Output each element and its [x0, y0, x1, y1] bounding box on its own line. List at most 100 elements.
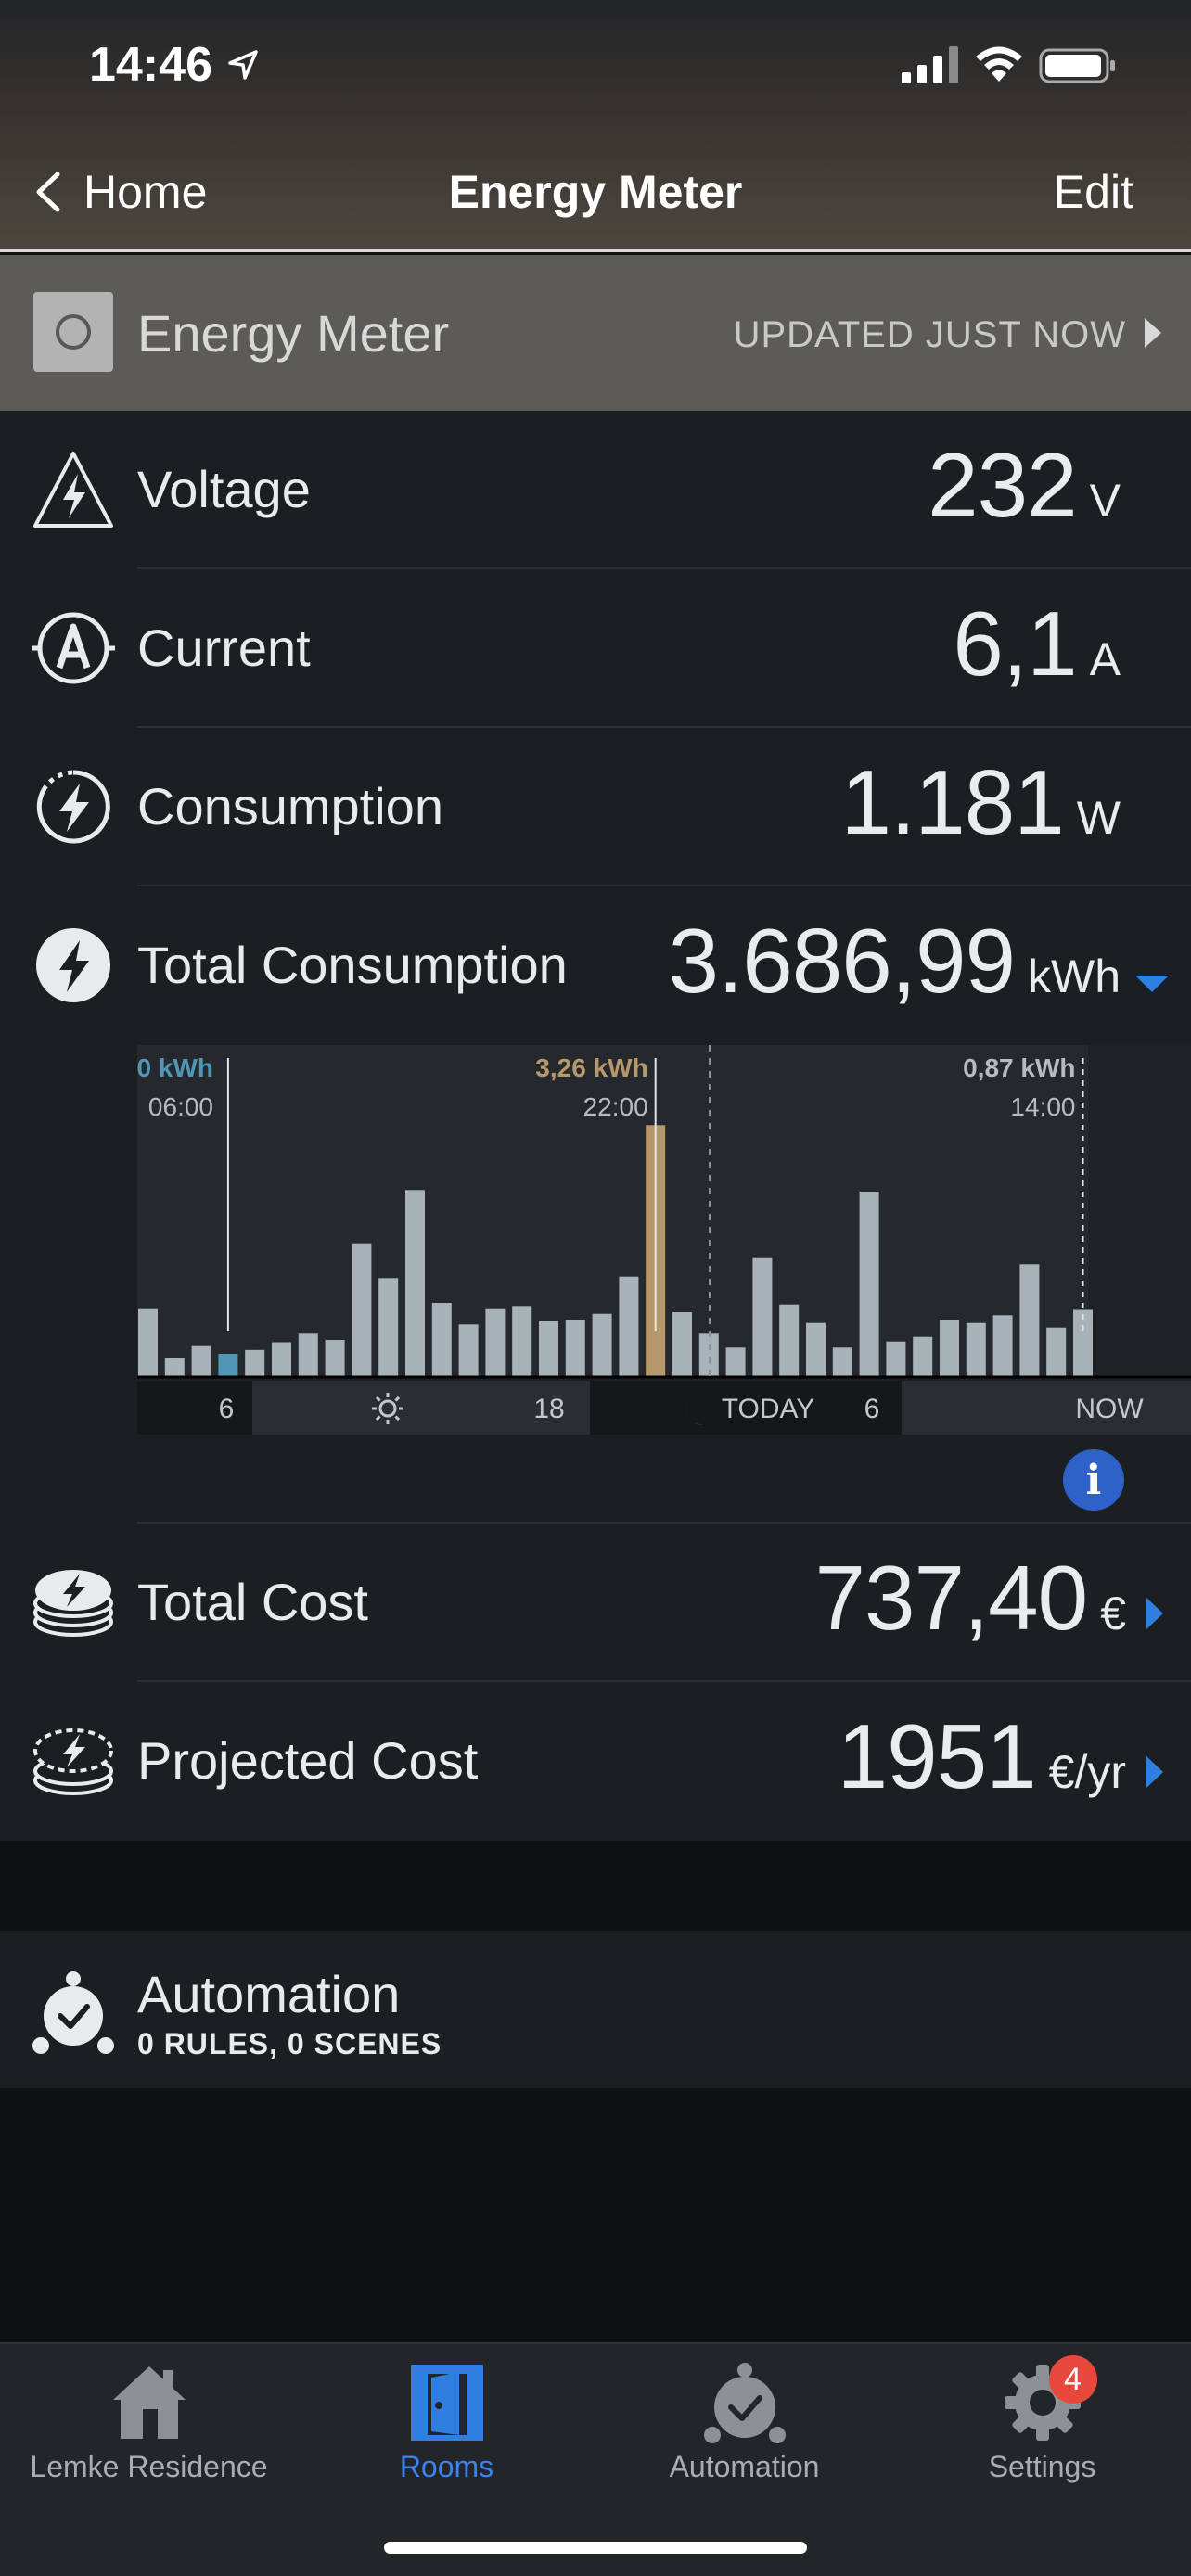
chart-bar	[992, 1315, 1013, 1377]
tab-rooms[interactable]: Rooms	[298, 2361, 596, 2484]
tab-automation[interactable]: Automation	[596, 2361, 893, 2484]
chart-bar	[672, 1312, 692, 1377]
chart-bar	[832, 1347, 852, 1377]
device-header[interactable]: Energy Meter UPDATED JUST NOW	[0, 255, 1191, 411]
expand-triangle-icon	[1135, 976, 1169, 992]
cost-value: 1951	[837, 1705, 1037, 1807]
cost-row-total[interactable]: Total Cost 737,40 €	[0, 1524, 1191, 1682]
projected-coin-stack-icon	[33, 1728, 113, 1795]
chart-future-area	[1088, 1045, 1191, 1377]
cellular-signal-icon	[902, 46, 958, 83]
total-consumption-icon	[36, 928, 110, 1002]
disclosure-triangle-icon	[1146, 1756, 1163, 1788]
edit-button[interactable]: Edit	[1054, 165, 1133, 219]
chart-bar	[298, 1333, 318, 1377]
metric-label: Consumption	[137, 777, 443, 835]
metric-label: Voltage	[137, 460, 311, 518]
chart-bar	[458, 1324, 479, 1377]
automation-row[interactable]: Automation 0 RULES, 0 SCENES	[0, 1931, 1191, 2088]
metric-row-consumption: Consumption 1.181 W	[0, 728, 1191, 886]
battery-icon	[1039, 48, 1115, 83]
voltage-icon	[33, 452, 113, 528]
chart-bar	[164, 1358, 185, 1377]
chart-bar	[431, 1303, 452, 1377]
metric-value: 6,1	[953, 593, 1077, 695]
disclosure-triangle-icon	[1146, 1598, 1163, 1629]
home-indicator	[384, 2542, 807, 2554]
chart-bar	[859, 1192, 879, 1377]
chart-bar	[352, 1243, 372, 1377]
status-time: 14:46	[89, 38, 212, 92]
chart-bar	[1019, 1264, 1040, 1377]
cost-label: Projected Cost	[137, 1731, 479, 1790]
metric-row-voltage: Voltage 232 V	[0, 411, 1191, 569]
chart-axis-label: 6	[219, 1394, 235, 1424]
metric-label: Current	[137, 618, 311, 677]
chart-axis-label: 6	[864, 1394, 880, 1424]
door-icon	[410, 2365, 483, 2441]
chart-bar	[245, 1349, 265, 1377]
consumption-chart[interactable]: 0 kWh 06:00 3,26 kWh 22:00 0,87 kWh 14:00 6 18 T…	[137, 1045, 1191, 1435]
automation-subtitle: 0 RULES, 0 SCENES	[137, 2027, 442, 2060]
automation-title: Automation	[137, 1965, 401, 2023]
cost-label: Total Cost	[137, 1573, 368, 1631]
consumption-icon	[36, 770, 110, 844]
coin-stack-icon	[33, 1570, 113, 1637]
tab-label: Rooms	[399, 2450, 494, 2483]
cost-row-projected[interactable]: Projected Cost 1951 €/yr	[0, 1682, 1191, 1841]
metric-unit: A	[1089, 633, 1121, 685]
chart-bar	[512, 1306, 532, 1377]
chart-axis-segment	[137, 1381, 252, 1435]
metric-row-current: Current 6,1 A	[0, 569, 1191, 728]
metric-unit: kWh	[1028, 950, 1121, 1002]
tab-settings[interactable]: 4 Settings	[893, 2355, 1191, 2484]
cost-unit: €	[1100, 1588, 1126, 1639]
chart-bar	[1073, 1309, 1093, 1377]
chart-bar	[325, 1340, 345, 1377]
chart-axis-label: 18	[533, 1394, 564, 1424]
consumption-chart-svg[interactable]: 0 kWh 06:00 3,26 kWh 22:00 0,87 kWh 14:00 6 18 T…	[137, 1045, 1191, 1435]
chart-bar	[378, 1278, 399, 1377]
chart-annotation-value: 0,87 kWh	[963, 1053, 1075, 1082]
chart-bar	[191, 1345, 211, 1377]
tab-lemke-residence[interactable]: Lemke Residence	[0, 2361, 298, 2484]
chart-bar	[779, 1304, 800, 1377]
chart-annotation-time: 06:00	[148, 1092, 213, 1121]
chart-bar	[913, 1336, 933, 1377]
chart-bar	[752, 1257, 773, 1377]
metric-unit: W	[1076, 792, 1121, 844]
chart-annotation-value: 3,26 kWh	[535, 1053, 647, 1082]
chart-bar	[619, 1276, 639, 1377]
metric-row-total-consumption[interactable]: Total Consumption 3.686,99 kWh	[0, 886, 1191, 1045]
chart-bar	[592, 1313, 612, 1377]
chart-bar	[405, 1190, 425, 1377]
chart-annotation-time: 22:00	[583, 1092, 648, 1121]
chart-bar	[539, 1321, 558, 1377]
chart-annotation-time: 14:00	[1010, 1092, 1075, 1121]
chart-bar	[886, 1341, 906, 1377]
tab-label: Automation	[669, 2450, 820, 2483]
chart-bar	[565, 1320, 585, 1377]
chart-annotation-value: 0 kWh	[137, 1053, 213, 1082]
chart-bar	[218, 1354, 238, 1377]
tab-label: Lemke Residence	[30, 2450, 268, 2483]
location-arrow-icon	[228, 50, 258, 80]
settings-badge: 4	[1048, 2355, 1097, 2404]
device-icon	[33, 292, 113, 372]
device-updated-status: UPDATED JUST NOW	[733, 314, 1126, 355]
info-button[interactable]: i	[1063, 1449, 1124, 1511]
device-name: Energy Meter	[137, 304, 450, 363]
chart-bar	[1046, 1327, 1067, 1377]
chart-axis-label: TODAY	[722, 1394, 815, 1424]
chart-bar	[806, 1322, 826, 1377]
metric-value: 232	[928, 434, 1078, 536]
metric-label: Total Consumption	[137, 936, 568, 994]
tab-label: Settings	[988, 2450, 1096, 2483]
chart-bar	[966, 1322, 986, 1377]
cost-unit: €/yr	[1048, 1746, 1126, 1798]
metric-value: 3.686,99	[668, 910, 1016, 1012]
chart-bar	[138, 1308, 158, 1377]
metric-unit: V	[1089, 475, 1121, 527]
house-icon	[112, 2366, 186, 2439]
cost-value: 737,40	[814, 1547, 1088, 1649]
